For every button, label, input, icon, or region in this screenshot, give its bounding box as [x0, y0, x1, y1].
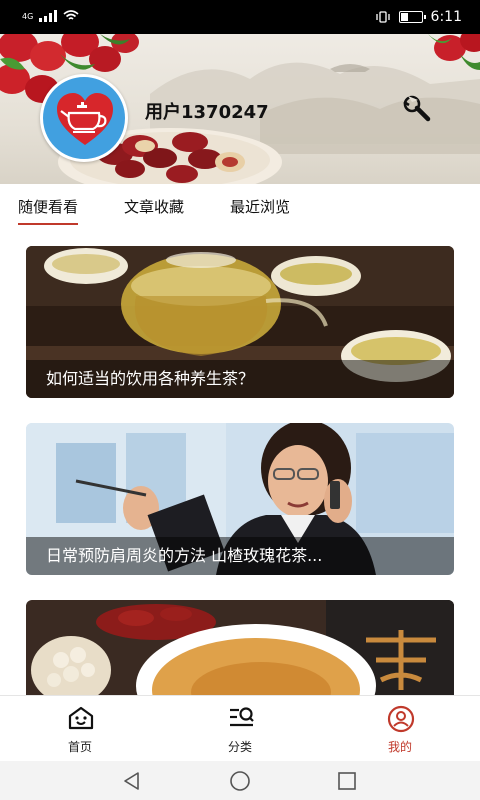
- profile-icon: [387, 705, 415, 733]
- back-icon[interactable]: [122, 771, 142, 791]
- content-tabs: 随便看看 文章收藏 最近浏览: [0, 184, 480, 230]
- tab-favorites[interactable]: 文章收藏: [124, 196, 184, 217]
- home-button-icon[interactable]: [229, 771, 251, 793]
- article-title: 如何适当的饮用各种养生茶？: [26, 360, 454, 398]
- nav-profile[interactable]: 我的: [355, 696, 445, 762]
- status-time: 6:11: [430, 9, 462, 25]
- signal-icon: [39, 10, 58, 22]
- recents-icon[interactable]: [337, 771, 357, 791]
- avatar[interactable]: [40, 74, 128, 162]
- tab-history[interactable]: 最近浏览: [230, 196, 290, 217]
- tab-random[interactable]: 随便看看: [18, 196, 79, 225]
- article-card[interactable]: 日常预防肩周炎的方法 山楂玫瑰花茶...: [26, 423, 454, 575]
- profile-header: 用户1370247: [0, 34, 480, 184]
- nav-home-label: 首页: [67, 740, 92, 754]
- network-label: 4G: [22, 11, 34, 21]
- article-card[interactable]: ·: [26, 600, 454, 696]
- article-title: 日常预防肩周炎的方法 山楂玫瑰花茶...: [26, 537, 454, 575]
- battery-icon: [398, 11, 426, 23]
- vibrate-icon: [375, 11, 390, 23]
- bottom-navigation: 首页 分类 我的: [0, 695, 480, 761]
- nav-profile-label: 我的: [387, 740, 412, 754]
- wifi-icon: [63, 10, 79, 20]
- teapot-heart-icon: [57, 93, 113, 145]
- article-image: ·: [26, 600, 454, 696]
- nav-category[interactable]: 分类: [195, 696, 285, 762]
- nav-home[interactable]: 首页: [35, 696, 125, 762]
- category-search-icon: [230, 707, 254, 727]
- system-navigation-bar: [0, 761, 480, 800]
- nav-category-label: 分类: [227, 740, 252, 754]
- article-card[interactable]: 如何适当的饮用各种养生茶？: [26, 246, 454, 398]
- username: 用户1370247: [145, 102, 269, 123]
- wrench-icon: [403, 95, 431, 122]
- home-icon: [68, 706, 94, 730]
- status-bar: 4G 6:11: [0, 0, 480, 34]
- settings-button[interactable]: [400, 92, 440, 126]
